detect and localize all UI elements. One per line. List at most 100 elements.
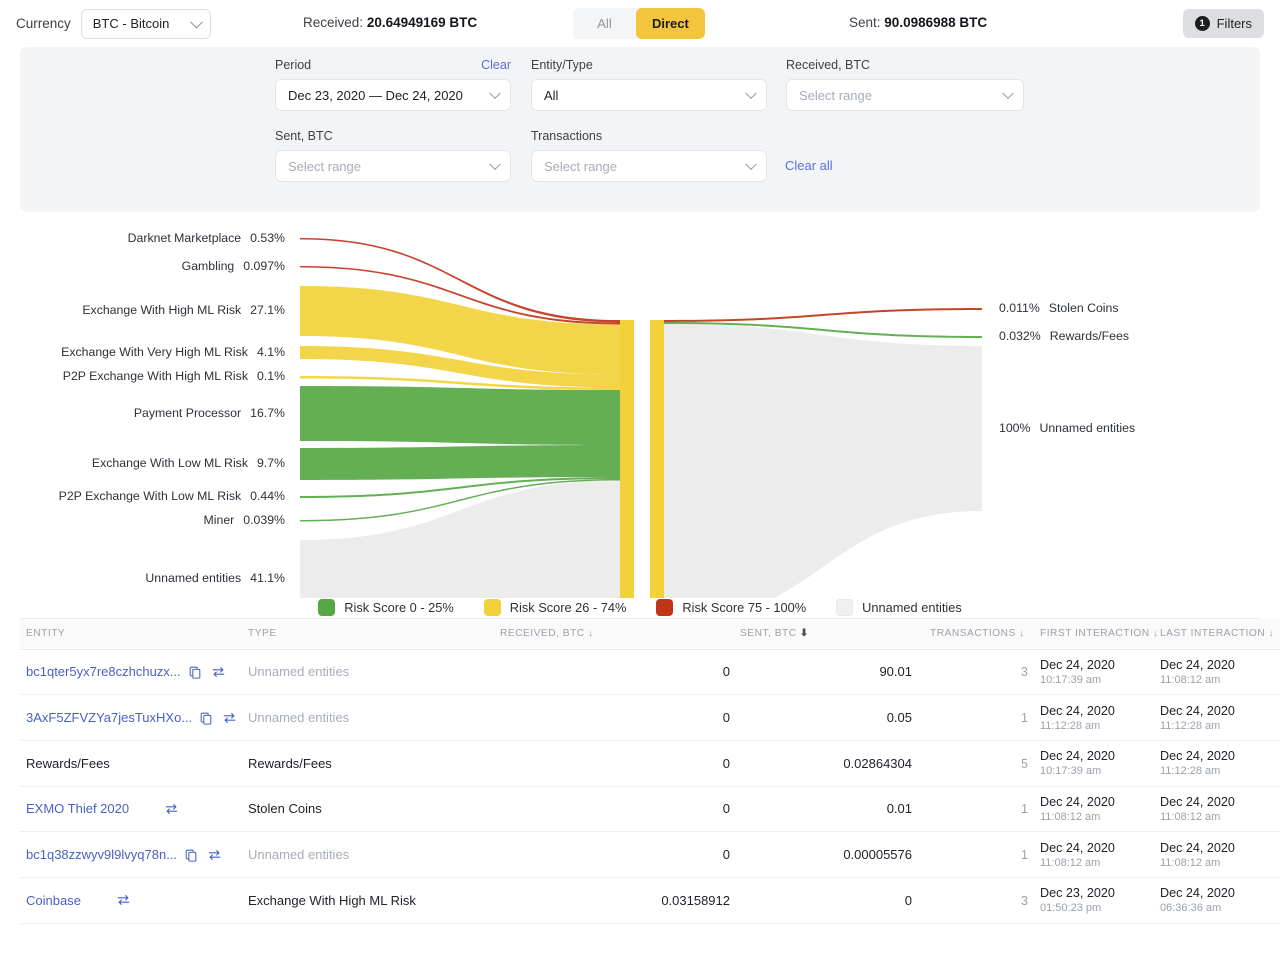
segment-direct[interactable]: Direct	[636, 8, 705, 39]
cell-received: 0	[500, 832, 740, 878]
entity-name[interactable]: bc1q38zzwyv9l9lvyq78n...	[26, 847, 177, 862]
sankey-source-percent: 0.44%	[250, 489, 285, 503]
transactions-count: 1	[1021, 711, 1028, 725]
column-header-transactions[interactable]: Transactions ↓	[930, 619, 1040, 649]
filters-button[interactable]: 1 Filters	[1183, 9, 1264, 38]
filter-transactions-input[interactable]: Select range	[531, 150, 767, 182]
transactions-count: 3	[1021, 894, 1028, 908]
copy-icon[interactable]	[184, 848, 198, 862]
entity-type: Unnamed entities	[248, 710, 349, 725]
column-header-type[interactable]: Type	[245, 619, 500, 649]
currency-select[interactable]: BTC - Bitcoin	[81, 9, 211, 39]
column-header-type-label: Type	[248, 628, 277, 639]
sankey-source-label[interactable]: Darknet Marketplace0.53%	[128, 231, 285, 245]
entity-name[interactable]: Coinbase	[26, 893, 81, 908]
entity-type: Exchange With High ML Risk	[248, 893, 416, 908]
sankey-node-in[interactable]	[620, 320, 634, 598]
column-header-last-interaction[interactable]: Last Interaction ↓	[1160, 619, 1280, 649]
transfer-arrows-icon[interactable]	[116, 893, 131, 907]
sankey-target-label[interactable]: 0.032%Rewards/Fees	[999, 329, 1129, 343]
sankey-flow-9[interactable]	[300, 481, 620, 599]
cell-sent: 0.05	[740, 695, 930, 741]
sankey-source-name: Gambling	[182, 259, 235, 273]
legend-item[interactable]: Risk Score 0 - 25%	[318, 599, 454, 616]
last-interaction-time: 11:12:28 am	[1160, 765, 1280, 777]
filter-entity-type-input[interactable]: All	[531, 79, 767, 111]
filters-button-label: Filters	[1217, 16, 1252, 31]
last-interaction-date: Dec 24, 2020	[1160, 749, 1280, 763]
table-row[interactable]: 3AxF5ZFVZYa7jesTuxHXo... Unnamed entities…	[20, 695, 1280, 741]
copy-icon[interactable]	[188, 665, 202, 679]
sort-down-icon: ↓	[1153, 628, 1159, 639]
chevron-down-icon	[489, 88, 500, 99]
legend-label: Risk Score 75 - 100%	[682, 600, 806, 615]
column-header-first-interaction[interactable]: First Interaction ↓	[1040, 619, 1160, 649]
sankey-target-name: Stolen Coins	[1049, 301, 1119, 315]
filter-panel: Period Clear Dec 23, 2020 — Dec 24, 2020…	[20, 47, 1260, 212]
filter-period-input[interactable]: Dec 23, 2020 — Dec 24, 2020	[275, 79, 511, 111]
legend-swatch-icon	[318, 599, 335, 616]
entity-name[interactable]: EXMO Thief 2020	[26, 801, 129, 816]
sankey-out-flow-2[interactable]	[664, 324, 982, 598]
segment-all[interactable]: All	[573, 8, 636, 39]
top-toolbar: Currency BTC - Bitcoin Received: 20.6494…	[0, 0, 1280, 47]
filter-sent: Sent, BTC Select range	[275, 129, 511, 182]
cell-entity: bc1qter5yx7re8czhchuzx...	[20, 649, 245, 695]
received-total-value: 20.64949169 BTC	[367, 15, 477, 30]
sankey-node-out[interactable]	[650, 320, 664, 598]
entity-cell-content: Rewards/Fees	[26, 756, 245, 771]
cell-type: Unnamed entities	[245, 832, 500, 878]
cell-last-interaction: Dec 24, 2020 11:12:28 am	[1160, 740, 1280, 786]
column-header-received[interactable]: Received, BTC ↓	[500, 619, 740, 649]
sankey-out-flow-0[interactable]	[664, 308, 982, 322]
sankey-target-label[interactable]: 0.011% Stolen Coins	[999, 301, 1119, 315]
sankey-source-label[interactable]: Unnamed entities41.1%	[145, 571, 285, 585]
sankey-target-percent: 0.011%	[999, 301, 1040, 315]
table-row[interactable]: EXMO Thief 2020Stolen Coins00.011Dec 24,…	[20, 786, 1280, 832]
transactions-count: 3	[1021, 665, 1028, 679]
filter-clear-all[interactable]: Clear all	[785, 158, 833, 173]
sankey-source-label[interactable]: Miner0.039%	[204, 513, 285, 527]
last-interaction-time: 11:08:12 am	[1160, 811, 1280, 823]
transfer-arrows-icon[interactable]	[222, 711, 237, 725]
table-row[interactable]: CoinbaseExchange With High ML Risk0.0315…	[20, 877, 1280, 923]
transfer-arrows-icon[interactable]	[164, 802, 179, 816]
sankey-target-label[interactable]: 100%Unnamed entities	[999, 421, 1135, 435]
column-header-entity[interactable]: Entity	[20, 619, 245, 649]
cell-sent: 90.01	[740, 649, 930, 695]
column-header-sent[interactable]: Sent, BTC ⬇	[740, 619, 930, 649]
sankey-source-name: Exchange With High ML Risk	[82, 303, 241, 317]
first-interaction-date: Dec 23, 2020	[1040, 886, 1160, 900]
sankey-source-label[interactable]: Payment Processor16.7%	[134, 406, 285, 420]
last-interaction-date: Dec 24, 2020	[1160, 795, 1280, 809]
transactions-count: 5	[1021, 757, 1028, 771]
filter-entity-type: Entity/Type All	[531, 58, 767, 111]
sankey-flow-6[interactable]	[300, 445, 620, 480]
filter-received-input[interactable]: Select range	[786, 79, 1024, 111]
filter-period-clear[interactable]: Clear	[481, 58, 511, 72]
sankey-source-label[interactable]: Exchange With Low ML Risk9.7%	[92, 456, 285, 470]
filter-period-value: Dec 23, 2020 — Dec 24, 2020	[288, 88, 463, 103]
cell-last-interaction: Dec 24, 202006:36:36 am	[1160, 877, 1280, 923]
sankey-source-label[interactable]: Exchange With Very High ML Risk4.1%	[61, 345, 285, 359]
transfer-arrows-icon[interactable]	[207, 848, 222, 862]
entity-name[interactable]: bc1qter5yx7re8czhchuzx...	[26, 664, 181, 679]
legend-item[interactable]: Risk Score 26 - 74%	[484, 599, 627, 616]
filter-sent-input[interactable]: Select range	[275, 150, 511, 182]
sankey-source-label[interactable]: Gambling0.097%	[182, 259, 285, 273]
sankey-flow-5[interactable]	[300, 386, 620, 445]
filter-entity-type-label: Entity/Type	[531, 58, 767, 72]
transfer-arrows-icon[interactable]	[211, 665, 226, 679]
filter-transactions-placeholder: Select range	[544, 159, 617, 174]
sankey-source-label[interactable]: Exchange With High ML Risk27.1%	[82, 303, 285, 317]
entity-name[interactable]: 3AxF5ZFVZYa7jesTuxHXo...	[26, 710, 192, 725]
sankey-source-label[interactable]: P2P Exchange With High ML Risk0.1%	[63, 369, 285, 383]
currency-select-value: BTC - Bitcoin	[93, 16, 170, 31]
copy-icon[interactable]	[199, 711, 213, 725]
table-row[interactable]: Rewards/FeesRewards/Fees00.028643045Dec …	[20, 740, 1280, 786]
table-row[interactable]: bc1q38zzwyv9l9lvyq78n... Unnamed entities…	[20, 832, 1280, 878]
legend-item[interactable]: Risk Score 75 - 100%	[656, 599, 806, 616]
legend-item[interactable]: Unnamed entities	[836, 599, 962, 616]
table-row[interactable]: bc1qter5yx7re8czhchuzx...Unnamed entitie…	[20, 649, 1280, 695]
sankey-source-label[interactable]: P2P Exchange With Low ML Risk0.44%	[59, 489, 285, 503]
